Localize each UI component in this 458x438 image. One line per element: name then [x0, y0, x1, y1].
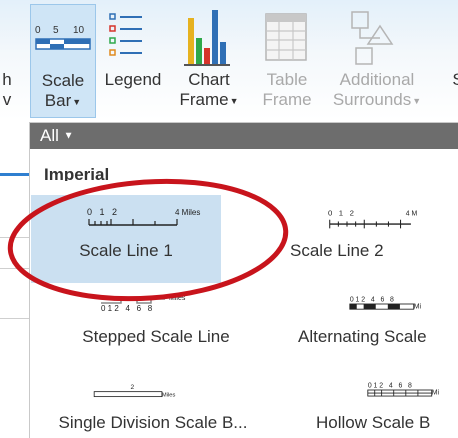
table-frame-label-2: Frame	[262, 90, 312, 109]
gallery-item-single-division-scale-bar[interactable]: 2 Miles Single Division Scale B...	[38, 367, 268, 438]
chart-frame-button[interactable]: Chart Frame▼	[172, 4, 246, 118]
scale-bar-icon: 0 5 10	[31, 5, 95, 71]
chart-frame-label-2: Frame	[179, 90, 229, 109]
preview-ticks: 0 1 2 4 6 8	[350, 296, 394, 303]
partial-icon	[448, 4, 458, 70]
table-frame-icon	[256, 4, 318, 70]
additional-surrounds-icon	[322, 4, 432, 70]
preview-ticks: 2	[131, 384, 135, 391]
additional-surrounds-label: Additional	[339, 70, 415, 89]
preview-unit: Miles	[162, 393, 176, 399]
scale-line-1-preview: 0 1 2 4 Miles	[87, 207, 200, 226]
ribbon: h v 0 5 10 Scale Bar▼ Legend Chart Frame…	[0, 0, 458, 120]
svg-text:5: 5	[53, 25, 59, 36]
chevron-down-icon: ▼	[412, 95, 422, 106]
chart-frame-dropdown: Frame▼	[179, 90, 238, 111]
scale-bar-button[interactable]: 0 5 10 Scale Bar▼	[30, 4, 96, 118]
gallery-item-label: Alternating Scale	[298, 327, 427, 346]
stepped-scale-line-preview: 0 1 2 4 6 8 Miles	[101, 295, 186, 313]
legend-button[interactable]: Legend	[100, 4, 166, 118]
partial-label: h	[2, 70, 12, 89]
hollow-scale-preview: 0 1 2 4 6 8 Mi	[367, 382, 440, 397]
preview-unit: 4 Miles	[175, 208, 200, 217]
chevron-down-icon: ▼	[72, 96, 82, 107]
alternating-scale-preview: 0 1 2 4 6 8 Mi	[349, 296, 422, 310]
preview-ticks: 0 1 2 4 6 8	[368, 382, 412, 389]
scale-bar-dropdown: Bar▼	[45, 91, 81, 112]
additional-surrounds-dropdown: Surrounds▼	[333, 90, 421, 111]
gallery-item-scale-line-1[interactable]: 0 1 2 4 Miles Scale Line 1	[31, 195, 221, 283]
partial-icon	[0, 4, 18, 70]
gallery-item-label: Stepped Scale Line	[82, 327, 230, 346]
gallery-item-label: Scale Line 1	[79, 241, 173, 260]
additional-surrounds-label-2: Surrounds	[332, 90, 412, 109]
scale-bar-gallery: All ▼ Imperial 0 1 2 4 Miles Scale Line …	[29, 122, 458, 438]
partial-sublabel: v	[2, 90, 12, 109]
preview-ticks: 0 1 2	[328, 208, 354, 217]
legend-icon	[100, 4, 166, 70]
gallery-item-scale-line-2[interactable]: 0 1 2 4 M Scale Line 2	[290, 195, 458, 283]
scale-line-2-preview: 0 1 2 4 M	[328, 208, 418, 229]
table-frame-button[interactable]: Table Frame	[256, 4, 318, 118]
gallery-item-label: Single Division Scale B...	[58, 413, 248, 432]
preview-unit: Miles	[169, 295, 186, 302]
preview-unit: Mi	[414, 303, 422, 310]
preview-unit: Mi	[432, 389, 440, 396]
filter-dropdown[interactable]: All ▼	[40, 125, 74, 147]
gallery-item-alternating-scale[interactable]: 0 1 2 4 6 8 Mi Alternating Scale	[298, 281, 458, 369]
table-frame-label: Table	[266, 70, 308, 89]
single-division-preview: 2 Miles	[93, 384, 176, 399]
preview-ticks: 0 1 2	[87, 207, 117, 217]
chart-frame-label: Chart	[188, 70, 230, 89]
gallery-filter-bar: All ▼	[30, 123, 458, 149]
legend-label: Legend	[104, 70, 162, 89]
chevron-down-icon: ▼	[63, 130, 74, 142]
background-window-accent	[0, 173, 29, 176]
gallery-item-label: Hollow Scale B	[316, 413, 431, 432]
chevron-down-icon: ▼	[229, 95, 239, 106]
ribbon-partial-button[interactable]: h v	[0, 4, 18, 118]
gallery-item-label: Scale Line 2	[290, 241, 384, 260]
chart-frame-icon	[172, 4, 246, 70]
next-label: S	[452, 70, 458, 90]
preview-unit: 4 M	[406, 210, 418, 217]
preview-ticks: 0 1 2 4 6 8	[101, 304, 153, 313]
gallery-item-stepped-scale-line[interactable]: 0 1 2 4 6 8 Miles Stepped Scale Line	[61, 281, 251, 369]
svg-text:0: 0	[35, 25, 41, 36]
filter-label: All	[40, 126, 59, 145]
svg-text:10: 10	[73, 25, 85, 36]
additional-surrounds-button[interactable]: Additional Surrounds▼	[322, 4, 432, 118]
scale-bar-label: Scale	[41, 71, 85, 90]
section-header: Imperial	[44, 165, 110, 181]
ribbon-next-button[interactable]: S	[448, 4, 458, 118]
gallery-item-hollow-scale-bar[interactable]: 0 1 2 4 6 8 Mi Hollow Scale B	[316, 367, 458, 438]
scale-bar-label-2: Bar	[44, 91, 72, 110]
background-window-divider	[0, 318, 29, 319]
background-window-divider	[0, 237, 29, 238]
background-window-divider	[0, 268, 29, 269]
